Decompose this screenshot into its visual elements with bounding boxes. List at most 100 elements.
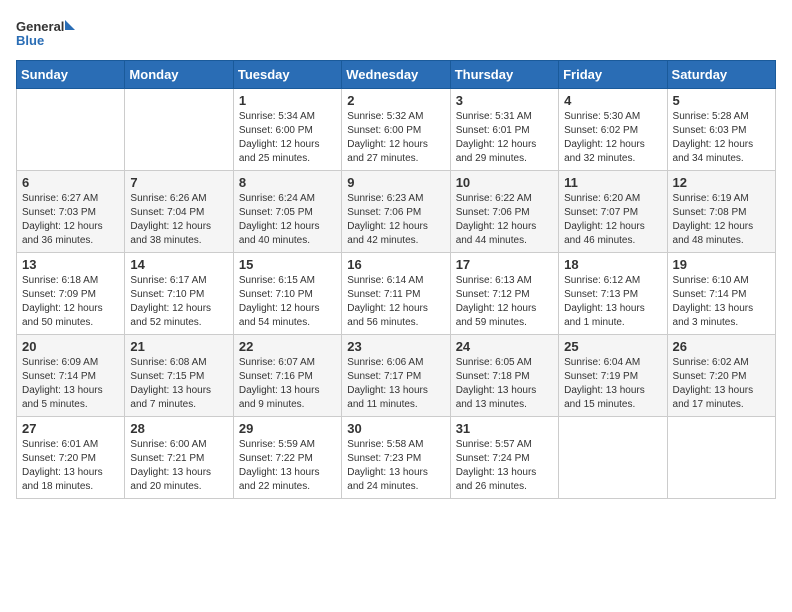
day-number: 30 (347, 421, 444, 436)
day-info: Sunrise: 6:08 AM Sunset: 7:15 PM Dayligh… (130, 357, 211, 410)
calendar-cell: 2 Sunrise: 5:32 AM Sunset: 6:00 PM Daylig… (342, 89, 450, 171)
calendar-week-row: 20 Sunrise: 6:09 AM Sunset: 7:14 PM Dayli… (17, 335, 776, 417)
calendar-cell: 3Sunrise: 5:31 AM Sunset: 6:01 PM Daylig… (450, 89, 558, 171)
day-number: 12 (673, 175, 770, 190)
day-info: Sunrise: 6:05 AM Sunset: 7:18 PM Dayligh… (456, 357, 537, 410)
calendar-cell: 9 Sunrise: 6:23 AM Sunset: 7:06 PM Daylig… (342, 171, 450, 253)
calendar-week-row: 1Sunrise: 5:34 AM Sunset: 6:00 PM Daylig… (17, 89, 776, 171)
day-number: 26 (673, 339, 770, 354)
day-number: 17 (456, 257, 553, 272)
day-info: Sunrise: 5:28 AM Sunset: 6:03 PM Dayligh… (673, 111, 754, 164)
day-number: 23 (347, 339, 444, 354)
calendar-week-row: 6Sunrise: 6:27 AM Sunset: 7:03 PM Daylig… (17, 171, 776, 253)
day-info: Sunrise: 6:26 AM Sunset: 7:04 PM Dayligh… (130, 193, 211, 246)
calendar-cell: 11 Sunrise: 6:20 AM Sunset: 7:07 PM Dayli… (559, 171, 667, 253)
day-info: Sunrise: 5:32 AM Sunset: 6:00 PM Dayligh… (347, 111, 428, 164)
day-number: 27 (22, 421, 119, 436)
calendar-cell: 30 Sunrise: 5:58 AM Sunset: 7:23 PM Dayli… (342, 417, 450, 499)
calendar-cell (667, 417, 775, 499)
calendar-cell: 26 Sunrise: 6:02 AM Sunset: 7:20 PM Dayli… (667, 335, 775, 417)
weekday-header-wednesday: Wednesday (342, 61, 450, 89)
logo: GeneralBlue (16, 16, 76, 52)
day-info: Sunrise: 6:04 AM Sunset: 7:19 PM Dayligh… (564, 357, 645, 410)
calendar-cell: 14 Sunrise: 6:17 AM Sunset: 7:10 PM Dayli… (125, 253, 233, 335)
day-info: Sunrise: 6:07 AM Sunset: 7:16 PM Dayligh… (239, 357, 320, 410)
day-number: 16 (347, 257, 444, 272)
day-number: 11 (564, 175, 661, 190)
calendar-cell (17, 89, 125, 171)
day-number: 4 (564, 93, 661, 108)
day-number: 7 (130, 175, 227, 190)
day-info: Sunrise: 6:02 AM Sunset: 7:20 PM Dayligh… (673, 357, 754, 410)
day-number: 8 (239, 175, 336, 190)
svg-text:Blue: Blue (16, 33, 44, 48)
weekday-header-row: SundayMondayTuesdayWednesdayThursdayFrid… (17, 61, 776, 89)
day-number: 13 (22, 257, 119, 272)
day-number: 19 (673, 257, 770, 272)
calendar-cell: 10Sunrise: 6:22 AM Sunset: 7:06 PM Dayli… (450, 171, 558, 253)
day-number: 20 (22, 339, 119, 354)
day-info: Sunrise: 5:58 AM Sunset: 7:23 PM Dayligh… (347, 439, 428, 492)
day-number: 6 (22, 175, 119, 190)
day-info: Sunrise: 6:06 AM Sunset: 7:17 PM Dayligh… (347, 357, 428, 410)
calendar-cell: 8Sunrise: 6:24 AM Sunset: 7:05 PM Daylig… (233, 171, 341, 253)
day-info: Sunrise: 6:23 AM Sunset: 7:06 PM Dayligh… (347, 193, 428, 246)
calendar-cell: 21 Sunrise: 6:08 AM Sunset: 7:15 PM Dayli… (125, 335, 233, 417)
calendar-cell: 22Sunrise: 6:07 AM Sunset: 7:16 PM Dayli… (233, 335, 341, 417)
calendar-week-row: 13 Sunrise: 6:18 AM Sunset: 7:09 PM Dayli… (17, 253, 776, 335)
calendar-cell: 28Sunrise: 6:00 AM Sunset: 7:21 PM Dayli… (125, 417, 233, 499)
calendar-cell: 12 Sunrise: 6:19 AM Sunset: 7:08 PM Dayli… (667, 171, 775, 253)
calendar-cell: 24Sunrise: 6:05 AM Sunset: 7:18 PM Dayli… (450, 335, 558, 417)
day-number: 15 (239, 257, 336, 272)
day-info: Sunrise: 5:59 AM Sunset: 7:22 PM Dayligh… (239, 439, 320, 492)
day-info: Sunrise: 6:20 AM Sunset: 7:07 PM Dayligh… (564, 193, 645, 246)
day-info: Sunrise: 5:31 AM Sunset: 6:01 PM Dayligh… (456, 111, 537, 164)
day-info: Sunrise: 6:18 AM Sunset: 7:09 PM Dayligh… (22, 275, 103, 328)
day-info: Sunrise: 6:17 AM Sunset: 7:10 PM Dayligh… (130, 275, 211, 328)
weekday-header-sunday: Sunday (17, 61, 125, 89)
calendar-cell: 23 Sunrise: 6:06 AM Sunset: 7:17 PM Dayli… (342, 335, 450, 417)
weekday-header-thursday: Thursday (450, 61, 558, 89)
calendar-cell: 25 Sunrise: 6:04 AM Sunset: 7:19 PM Dayli… (559, 335, 667, 417)
day-info: Sunrise: 6:22 AM Sunset: 7:06 PM Dayligh… (456, 193, 537, 246)
calendar-cell: 18 Sunrise: 6:12 AM Sunset: 7:13 PM Dayli… (559, 253, 667, 335)
calendar-body: 1Sunrise: 5:34 AM Sunset: 6:00 PM Daylig… (17, 89, 776, 499)
calendar-cell: 17 Sunrise: 6:13 AM Sunset: 7:12 PM Dayli… (450, 253, 558, 335)
day-number: 14 (130, 257, 227, 272)
weekday-header-friday: Friday (559, 61, 667, 89)
day-info: Sunrise: 6:15 AM Sunset: 7:10 PM Dayligh… (239, 275, 320, 328)
calendar-cell (125, 89, 233, 171)
page-header: GeneralBlue (16, 16, 776, 52)
day-number: 31 (456, 421, 553, 436)
day-info: Sunrise: 6:00 AM Sunset: 7:21 PM Dayligh… (130, 439, 211, 492)
day-info: Sunrise: 6:09 AM Sunset: 7:14 PM Dayligh… (22, 357, 103, 410)
day-number: 29 (239, 421, 336, 436)
day-info: Sunrise: 6:14 AM Sunset: 7:11 PM Dayligh… (347, 275, 428, 328)
calendar-cell: 31 Sunrise: 5:57 AM Sunset: 7:24 PM Dayli… (450, 417, 558, 499)
calendar-table: SundayMondayTuesdayWednesdayThursdayFrid… (16, 60, 776, 499)
weekday-header-monday: Monday (125, 61, 233, 89)
weekday-header-saturday: Saturday (667, 61, 775, 89)
calendar-cell: 5Sunrise: 5:28 AM Sunset: 6:03 PM Daylig… (667, 89, 775, 171)
day-number: 18 (564, 257, 661, 272)
day-number: 9 (347, 175, 444, 190)
day-info: Sunrise: 6:19 AM Sunset: 7:08 PM Dayligh… (673, 193, 754, 246)
calendar-cell: 27 Sunrise: 6:01 AM Sunset: 7:20 PM Dayli… (17, 417, 125, 499)
day-info: Sunrise: 6:13 AM Sunset: 7:12 PM Dayligh… (456, 275, 537, 328)
day-number: 25 (564, 339, 661, 354)
calendar-cell: 6Sunrise: 6:27 AM Sunset: 7:03 PM Daylig… (17, 171, 125, 253)
logo-svg: GeneralBlue (16, 16, 76, 52)
calendar-week-row: 27 Sunrise: 6:01 AM Sunset: 7:20 PM Dayli… (17, 417, 776, 499)
calendar-cell: 13 Sunrise: 6:18 AM Sunset: 7:09 PM Dayli… (17, 253, 125, 335)
day-number: 21 (130, 339, 227, 354)
day-info: Sunrise: 5:57 AM Sunset: 7:24 PM Dayligh… (456, 439, 537, 492)
calendar-cell: 4Sunrise: 5:30 AM Sunset: 6:02 PM Daylig… (559, 89, 667, 171)
calendar-cell: 16 Sunrise: 6:14 AM Sunset: 7:11 PM Dayli… (342, 253, 450, 335)
calendar-cell: 29 Sunrise: 5:59 AM Sunset: 7:22 PM Dayli… (233, 417, 341, 499)
day-number: 2 (347, 93, 444, 108)
calendar-cell: 15 Sunrise: 6:15 AM Sunset: 7:10 PM Dayli… (233, 253, 341, 335)
day-info: Sunrise: 6:01 AM Sunset: 7:20 PM Dayligh… (22, 439, 103, 492)
calendar-cell (559, 417, 667, 499)
day-number: 1 (239, 93, 336, 108)
day-info: Sunrise: 6:12 AM Sunset: 7:13 PM Dayligh… (564, 275, 645, 328)
